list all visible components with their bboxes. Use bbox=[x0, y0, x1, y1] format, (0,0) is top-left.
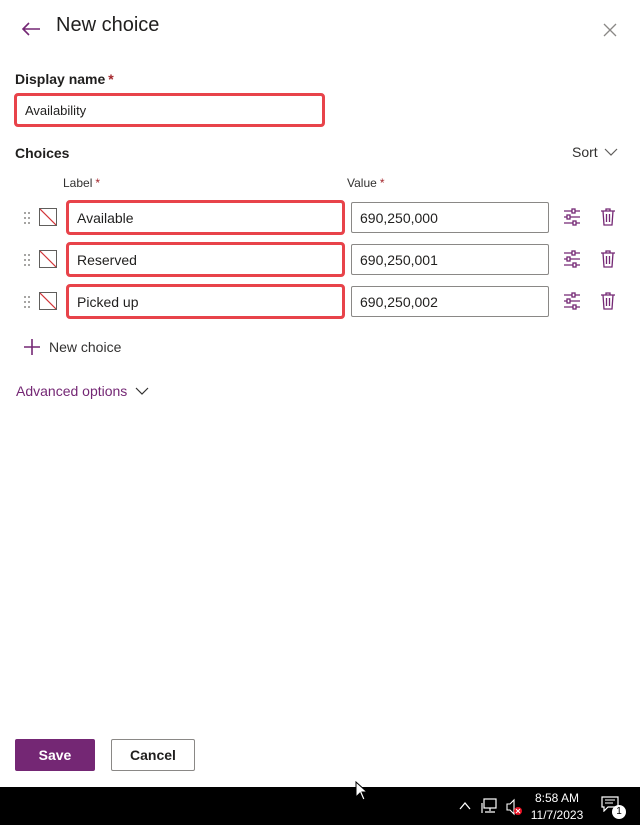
drag-handle-icon[interactable] bbox=[22, 211, 32, 225]
color-swatch-none[interactable] bbox=[39, 250, 57, 268]
clock-date[interactable]: 11/7/2023 bbox=[527, 808, 587, 822]
network-icon[interactable] bbox=[481, 798, 499, 814]
choice-label-input[interactable]: Picked up bbox=[66, 284, 345, 319]
taskbar: 8:58 AM 11/7/2023 1 bbox=[0, 787, 640, 825]
mouse-cursor-icon bbox=[355, 781, 369, 801]
clock-time[interactable]: 8:58 AM bbox=[527, 791, 587, 805]
sort-label: Sort bbox=[572, 144, 598, 160]
color-swatch-none[interactable] bbox=[39, 208, 57, 226]
add-choice-button[interactable]: New choice bbox=[23, 338, 121, 356]
advanced-options-label: Advanced options bbox=[16, 383, 128, 399]
choice-value-input[interactable]: 690,250,001 bbox=[351, 244, 549, 275]
chevron-down-icon bbox=[604, 148, 618, 156]
add-choice-label: New choice bbox=[49, 339, 122, 355]
settings-sliders-icon[interactable] bbox=[562, 291, 582, 311]
notifications-button[interactable]: 1 bbox=[601, 796, 627, 820]
display-name-label: Display name * bbox=[15, 71, 114, 87]
display-name-input[interactable]: Availability bbox=[14, 93, 325, 127]
choice-label-input[interactable]: Reserved bbox=[66, 242, 345, 277]
advanced-options-toggle[interactable]: Advanced options bbox=[16, 383, 149, 399]
drag-handle-icon[interactable] bbox=[22, 295, 32, 309]
settings-sliders-icon[interactable] bbox=[562, 249, 582, 269]
close-icon[interactable] bbox=[602, 22, 618, 38]
delete-icon[interactable] bbox=[598, 291, 618, 311]
label-column-header: Label * bbox=[63, 176, 101, 190]
color-swatch-none[interactable] bbox=[39, 292, 57, 310]
plus-icon bbox=[24, 339, 40, 355]
chevron-up-icon[interactable] bbox=[459, 801, 471, 811]
back-arrow-icon[interactable] bbox=[20, 18, 42, 40]
choice-label-input[interactable]: Available bbox=[66, 200, 345, 235]
cancel-button[interactable]: Cancel bbox=[111, 739, 195, 771]
notification-badge: 1 bbox=[612, 805, 626, 819]
choices-heading: Choices bbox=[15, 145, 70, 161]
choice-value-input[interactable]: 690,250,002 bbox=[351, 286, 549, 317]
save-button[interactable]: Save bbox=[15, 739, 95, 771]
chevron-down-icon bbox=[135, 387, 149, 395]
value-column-header: Value * bbox=[347, 176, 385, 190]
delete-icon[interactable] bbox=[598, 249, 618, 269]
choice-value-input[interactable]: 690,250,000 bbox=[351, 202, 549, 233]
volume-muted-icon[interactable] bbox=[505, 798, 523, 816]
settings-sliders-icon[interactable] bbox=[562, 207, 582, 227]
panel-title: New choice bbox=[56, 14, 160, 36]
drag-handle-icon[interactable] bbox=[22, 253, 32, 267]
sort-button[interactable]: Sort bbox=[572, 144, 618, 160]
delete-icon[interactable] bbox=[598, 207, 618, 227]
